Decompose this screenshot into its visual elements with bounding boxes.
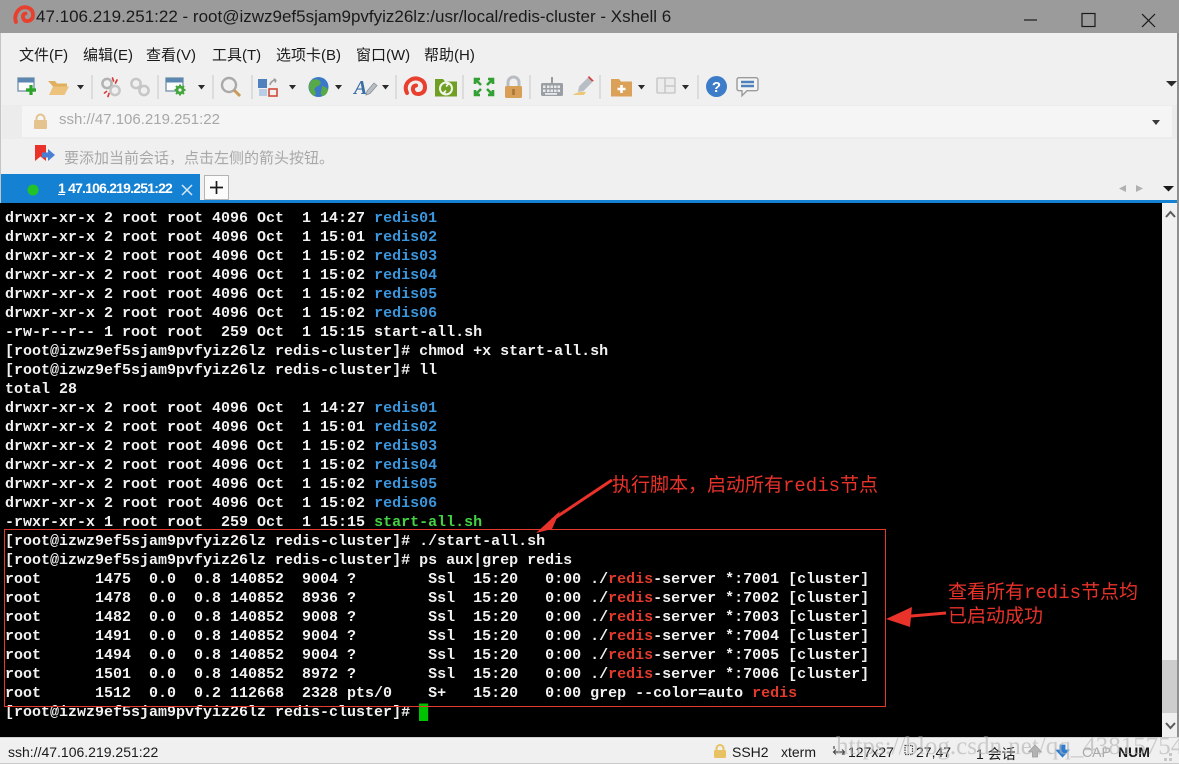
- svg-text:?: ?: [712, 79, 721, 96]
- svg-text:A: A: [352, 77, 367, 99]
